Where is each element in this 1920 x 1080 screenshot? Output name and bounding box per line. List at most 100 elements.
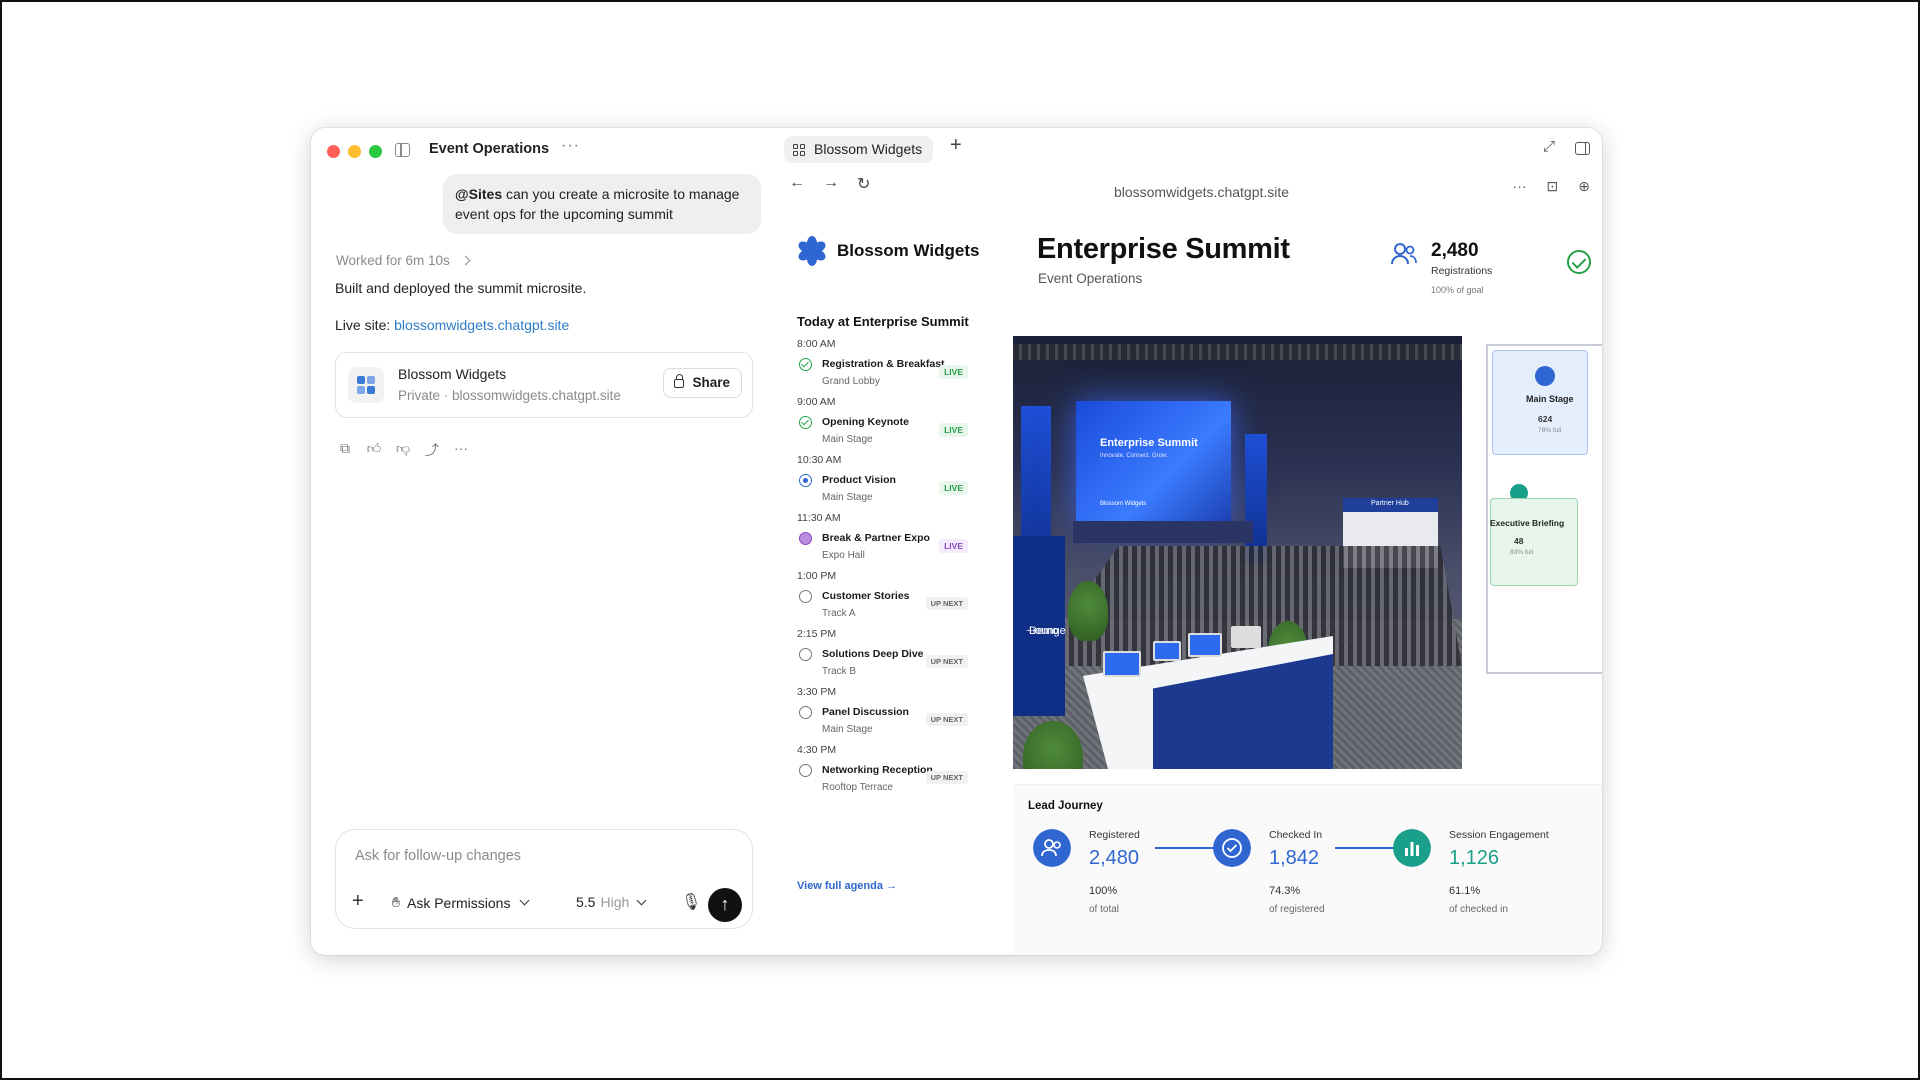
tab-grid-icon bbox=[793, 144, 805, 156]
people-icon bbox=[1391, 243, 1417, 265]
add-attachment-button[interactable]: + bbox=[352, 890, 364, 913]
agenda-time: 9:00 AM bbox=[797, 396, 836, 408]
screen-subtitle: Innovate. Connect. Grow. bbox=[1100, 453, 1168, 459]
tab-title: Blossom Widgets bbox=[814, 141, 923, 157]
agenda-title: Today at Enterprise Summit bbox=[797, 314, 969, 329]
floor-plan[interactable]: Main Stage 624 78% full Executive Briefi… bbox=[1480, 336, 1602, 769]
agenda-name: Networking Reception bbox=[822, 764, 933, 776]
lead-journey: Lead Journey Registered 2,480 100% of to… bbox=[1013, 784, 1602, 955]
hand-icon: ✋︎ bbox=[392, 894, 400, 910]
chevron-down-icon bbox=[636, 895, 647, 905]
agenda-item[interactable]: 2:15 PM Solutions Deep Dive Track B UP N… bbox=[793, 628, 968, 686]
main-stage-label: Main Stage bbox=[1526, 394, 1574, 404]
laptop bbox=[1231, 626, 1261, 648]
journey-step-checked-in[interactable]: Checked In 1,842 74.3% of registered bbox=[1213, 825, 1419, 945]
send-button[interactable]: ↑ bbox=[708, 888, 742, 922]
site-app-icon bbox=[348, 367, 384, 403]
agenda-location: Main Stage bbox=[822, 434, 873, 445]
site-card-name: Blossom Widgets bbox=[398, 366, 507, 382]
empty-circle-icon bbox=[799, 764, 812, 777]
live-site-line: Live site: blossomwidgets.chatgpt.site bbox=[335, 317, 569, 333]
permissions-dropdown[interactable]: ✋︎ Ask Permissions bbox=[392, 894, 530, 911]
step-of: of checked in bbox=[1449, 904, 1508, 915]
agenda-location: Track B bbox=[822, 666, 857, 677]
agenda-item[interactable]: 8:00 AM Registration & Breakfast Grand L… bbox=[793, 338, 968, 396]
share-button[interactable]: Share bbox=[663, 368, 742, 398]
zoom-window-button[interactable] bbox=[369, 145, 382, 158]
step-label: Session Engagement bbox=[1449, 829, 1549, 841]
lead-journey-title: Lead Journey bbox=[1028, 800, 1103, 812]
laptop bbox=[1103, 651, 1141, 677]
agenda-item[interactable]: 9:00 AM Opening Keynote Main Stage LIVE bbox=[793, 396, 968, 454]
check-icon bbox=[799, 358, 812, 371]
check-circle-icon bbox=[1567, 250, 1591, 274]
check-icon bbox=[799, 416, 812, 429]
site-brand[interactable]: Blossom Widgets bbox=[796, 236, 980, 266]
stage-screen: Enterprise Summit Innovate. Connect. Gro… bbox=[1076, 401, 1231, 525]
thumbs-down-icon[interactable]: 👎︎ bbox=[395, 440, 411, 460]
url-bar[interactable]: blossomwidgets.chatgpt.site bbox=[781, 184, 1602, 200]
stage bbox=[1073, 521, 1253, 543]
step-value: 1,842 bbox=[1269, 847, 1320, 869]
journey-step-registered[interactable]: Registered 2,480 100% of total bbox=[1033, 825, 1239, 945]
composer-input[interactable]: Ask for follow-up changes bbox=[355, 848, 521, 864]
screen-title: Enterprise Summit bbox=[1100, 437, 1198, 449]
worked-for-toggle[interactable]: Worked for 6m 10s bbox=[336, 253, 471, 268]
screen-brand: Blossom Widgets bbox=[1100, 501, 1147, 507]
panel-toggle-icon[interactable] bbox=[1575, 142, 1590, 155]
copy-icon[interactable]: ⧉ bbox=[337, 440, 353, 460]
browser-tab[interactable]: Blossom Widgets bbox=[784, 136, 934, 163]
view-full-agenda-link[interactable]: View full agenda → bbox=[797, 880, 897, 892]
agenda-item[interactable]: 1:00 PM Customer Stories Track A UP NEXT bbox=[793, 570, 968, 628]
blossom-logo-icon bbox=[796, 236, 828, 266]
share-icon[interactable]: ⤴ bbox=[424, 440, 440, 460]
new-tab-button[interactable]: + bbox=[950, 134, 962, 157]
more-icon[interactable]: ··· bbox=[453, 440, 469, 460]
step-label: Checked In bbox=[1269, 829, 1323, 841]
demo-lounge-sign: Demo Lounge → bbox=[1013, 536, 1066, 716]
arrow-right-icon bbox=[1155, 839, 1239, 850]
agenda-time: 11:30 AM bbox=[797, 512, 841, 524]
minimize-window-button[interactable] bbox=[348, 145, 361, 158]
stage-icon bbox=[1535, 366, 1555, 386]
status-badge: LIVE bbox=[939, 539, 968, 553]
microphone-icon[interactable]: 🎙︎ bbox=[681, 892, 701, 912]
screenshot-icon[interactable]: ⊡ bbox=[1547, 178, 1559, 195]
agenda-name: Opening Keynote bbox=[822, 416, 909, 428]
more-options-icon[interactable]: ··· bbox=[561, 137, 580, 155]
status-badge: LIVE bbox=[939, 481, 968, 495]
agenda-time: 3:30 PM bbox=[797, 686, 837, 698]
add-icon[interactable]: ⊕ bbox=[1578, 178, 1590, 195]
step-of: of registered bbox=[1269, 904, 1325, 915]
agenda-location: Main Stage bbox=[822, 492, 873, 503]
agenda-time: 10:30 AM bbox=[797, 454, 842, 466]
model-selector[interactable]: 5.5 High bbox=[576, 894, 647, 910]
site-card[interactable]: Blossom Widgets Private · blossomwidgets… bbox=[335, 352, 753, 418]
sidebar-toggle-icon[interactable] bbox=[395, 143, 410, 157]
arrow-right-icon bbox=[1335, 839, 1419, 850]
chat-title: Event Operations bbox=[429, 141, 550, 157]
agenda-name: Solutions Deep Dive bbox=[822, 648, 924, 660]
agenda-name: Customer Stories bbox=[822, 590, 910, 602]
more-icon[interactable]: ··· bbox=[1513, 178, 1527, 195]
people-icon bbox=[1033, 829, 1071, 867]
close-window-button[interactable] bbox=[327, 145, 340, 158]
room-executive-briefing[interactable] bbox=[1490, 498, 1578, 586]
model-version: 5.5 bbox=[576, 894, 596, 910]
agenda-item[interactable]: 10:30 AM Product Vision Main Stage LIVE bbox=[793, 454, 968, 512]
agenda-item[interactable]: 3:30 PM Panel Discussion Main Stage UP N… bbox=[793, 686, 968, 744]
stage-banner-right bbox=[1245, 434, 1267, 564]
lighting-truss bbox=[1013, 344, 1462, 360]
current-dot-icon bbox=[799, 474, 812, 487]
live-site-link[interactable]: blossomwidgets.chatgpt.site bbox=[394, 317, 569, 333]
message-actions: ⧉ 👍︎ 👎︎ ⤴ ··· bbox=[337, 440, 469, 460]
agenda-item[interactable]: 4:30 PM Networking Reception Rooftop Ter… bbox=[793, 744, 968, 802]
arrow-right-icon: → bbox=[1023, 620, 1039, 637]
expand-icon[interactable]: ⤢ bbox=[1543, 138, 1555, 155]
agenda-name: Product Vision bbox=[822, 474, 896, 486]
status-badge: LIVE bbox=[939, 423, 968, 437]
brand-name: Blossom Widgets bbox=[837, 241, 980, 260]
agenda-item[interactable]: 11:30 AM Break & Partner Expo Expo Hall … bbox=[793, 512, 968, 570]
journey-step-session-engagement[interactable]: Session Engagement 1,126 61.1% of checke… bbox=[1393, 825, 1583, 945]
thumbs-up-icon[interactable]: 👍︎ bbox=[366, 440, 382, 460]
